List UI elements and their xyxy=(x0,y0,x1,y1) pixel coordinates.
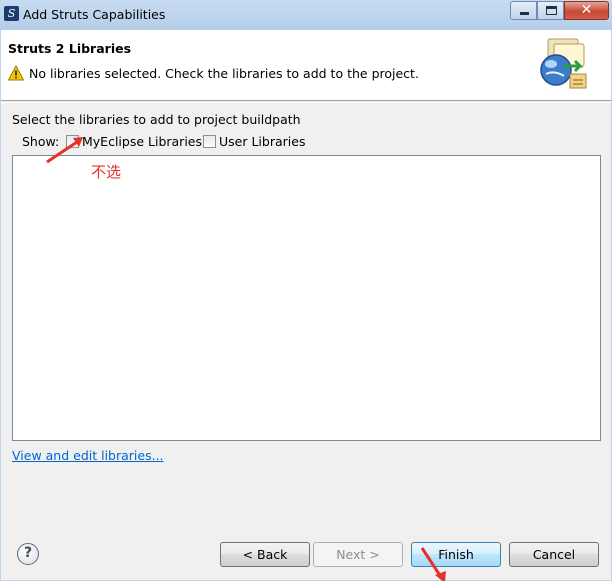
maximize-icon xyxy=(546,6,557,15)
user-libraries-label[interactable]: User Libraries xyxy=(219,134,305,149)
title-bar[interactable]: S Add Struts Capabilities ✕ xyxy=(0,0,612,30)
minimize-icon xyxy=(520,12,529,15)
header-separator xyxy=(1,102,611,103)
library-list[interactable] xyxy=(12,155,601,441)
finish-annotation-arrow-icon xyxy=(420,547,446,581)
window-title: Add Struts Capabilities xyxy=(23,7,166,22)
annotation-note: 不选 xyxy=(91,163,122,181)
maximize-button[interactable] xyxy=(537,1,564,20)
page-title: Struts 2 Libraries xyxy=(8,41,132,56)
user-libraries-checkbox[interactable] xyxy=(203,135,216,148)
warning-icon xyxy=(8,65,24,81)
dialog-client-area: Struts 2 Libraries No libraries selected… xyxy=(1,30,611,581)
wizard-banner-icon xyxy=(540,38,587,89)
annotation-arrow-icon xyxy=(46,137,83,164)
back-button[interactable]: < Back xyxy=(220,542,310,567)
view-edit-libraries-link[interactable]: View and edit libraries... xyxy=(12,448,164,463)
header-message: No libraries selected. Check the librari… xyxy=(29,66,419,81)
close-icon: ✕ xyxy=(580,2,593,18)
instruction-text: Select the libraries to add to project b… xyxy=(12,112,301,127)
help-icon[interactable]: ? xyxy=(17,543,39,565)
close-button[interactable]: ✕ xyxy=(564,1,609,20)
eclipse-app-icon: S xyxy=(4,6,19,21)
cancel-button[interactable]: Cancel xyxy=(509,542,599,567)
dialog-window: S Add Struts Capabilities ✕ Struts 2 Lib… xyxy=(0,0,612,581)
next-button[interactable]: Next > xyxy=(313,542,403,567)
wizard-header: Struts 2 Libraries No libraries selected… xyxy=(1,30,611,101)
minimize-button[interactable] xyxy=(510,1,537,20)
myeclipse-libraries-label[interactable]: MyEclipse Libraries xyxy=(82,134,202,149)
